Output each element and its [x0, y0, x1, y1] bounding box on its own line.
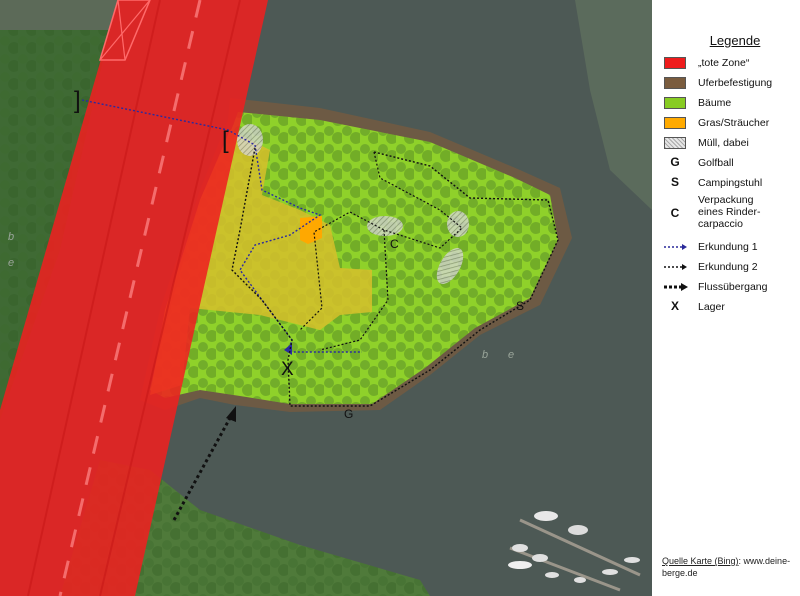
legend-line-sample	[664, 283, 688, 291]
legend-item: „tote Zone“	[664, 54, 798, 74]
litter-patch-2	[367, 216, 403, 236]
legend-label: Campingstuhl	[698, 177, 763, 189]
legend-label: Uferbefestigung	[698, 77, 773, 89]
legend-item: Flussübergang	[664, 278, 798, 298]
legend-item: Erkundung 2	[664, 258, 798, 278]
legend-symbol: C	[670, 206, 680, 220]
legend-item: Bäume	[664, 94, 798, 114]
marker-c: C	[390, 237, 399, 251]
bracket-right: [	[222, 127, 229, 154]
legend-label: „tote Zone“	[698, 57, 750, 69]
legend-label: Lager	[698, 301, 725, 313]
river-letter: b	[8, 231, 14, 243]
legend-symbol: G	[670, 155, 680, 169]
legend-label: Verpackung eines Rinder-carpaccio	[698, 194, 760, 230]
map-source-link[interactable]: Quelle Karte (Bing)	[662, 556, 739, 566]
legend-item: Uferbefestigung	[664, 74, 798, 94]
legend-line-sample	[664, 244, 687, 250]
river-letter: e	[508, 349, 514, 361]
legend-label-line: eines Rinder-	[698, 206, 761, 218]
bracket-left: ]	[74, 87, 81, 114]
legend-item: X Lager	[664, 298, 798, 318]
litter-patch-1	[237, 124, 263, 156]
river-letter: b	[482, 349, 488, 361]
legend-symbol: X	[670, 299, 679, 313]
page: ] [ C S G X b e b e Legende „tote Zone“ U…	[0, 0, 800, 596]
legend-label: Müll, dabei	[698, 137, 749, 149]
legend-label: Gras/Sträucher	[698, 117, 770, 129]
legend-swatch-hatched	[664, 137, 686, 149]
legend-item: G Golfball	[664, 154, 798, 174]
legend-label-line: carpaccio	[698, 218, 743, 230]
legend-swatch	[664, 97, 686, 109]
legend-item: Müll, dabei	[664, 134, 798, 154]
legend-swatch	[664, 77, 686, 89]
legend-item: S Campingstuhl	[664, 174, 798, 194]
legend-label: Golfball	[698, 157, 734, 169]
legend-label: Flussübergang	[698, 281, 768, 293]
legend-label: Erkundung 2	[698, 261, 758, 273]
legend-item: Erkundung 1	[664, 238, 798, 258]
legend-title: Legende	[709, 33, 761, 48]
legend-swatch	[664, 57, 686, 69]
river-letter: e	[8, 257, 14, 269]
legend-item: Gras/Sträucher	[664, 114, 798, 134]
legend-label-line: Verpackung	[698, 194, 754, 206]
legend-line-sample	[664, 264, 687, 270]
legend-item: C Verpackung eines Rinder-carpaccio	[664, 194, 798, 238]
legend-panel: Legende „tote Zone“ Uferbefestigung Bäume G…	[652, 0, 800, 596]
map-source: Quelle Karte (Bing): www.deine-berge.de	[662, 555, 796, 579]
marker-g: G	[344, 407, 353, 421]
marker-x: X	[281, 359, 294, 380]
legend-label: Bäume	[698, 97, 732, 109]
marker-s: S	[516, 299, 524, 313]
legend-list: „tote Zone“ Uferbefestigung Bäume Gras/Strä…	[664, 54, 798, 318]
map: ] [ C S G X b e b e	[0, 0, 652, 596]
legend-swatch	[664, 117, 686, 129]
legend-label: Erkundung 1	[698, 241, 758, 253]
legend-symbol: S	[670, 175, 679, 189]
